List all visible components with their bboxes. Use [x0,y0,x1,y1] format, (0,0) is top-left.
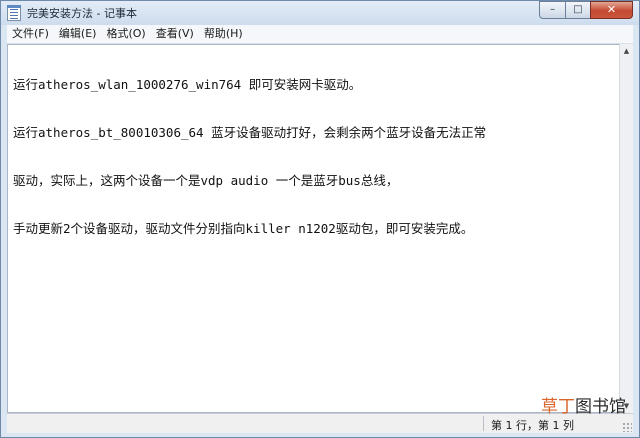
menu-edit[interactable]: 编辑(E) [54,25,102,43]
maximize-button[interactable]: □ [565,1,590,19]
close-button[interactable]: ✕ [590,1,633,19]
menu-file[interactable]: 文件(F) [7,25,54,43]
minimize-button[interactable]: – [539,1,565,19]
notepad-window: 完美安装方法 - 记事本 – □ ✕ 文件(F) 编辑(E) 格式(O) 查看(… [0,0,640,438]
text-editor[interactable]: 运行atheros_wlan_1000276_win764 即可安装网卡驱动。 … [7,44,619,413]
vertical-scrollbar[interactable]: ▲ ▼ [619,44,633,413]
status-divider [483,416,484,431]
text-line: 手动更新2个设备驱动，驱动文件分别指向killer n1202驱动包，即可安装完… [13,221,474,236]
menu-view[interactable]: 查看(V) [151,25,199,43]
watermark-part2: 图书馆 [575,397,626,417]
status-bar: 第 1 行，第 1 列 [7,413,633,433]
menu-format[interactable]: 格式(O) [101,25,150,43]
scroll-up-arrow-icon[interactable]: ▲ [620,44,633,58]
menu-bar: 文件(F) 编辑(E) 格式(O) 查看(V) 帮助(H) [7,25,633,44]
text-line: 运行atheros_wlan_1000276_win764 即可安装网卡驱动。 [13,77,362,92]
editor-content[interactable]: 运行atheros_wlan_1000276_win764 即可安装网卡驱动。 … [13,45,613,269]
text-line: 运行atheros_bt_80010306_64 蓝牙设备驱动打好，会剩余两个蓝… [13,125,487,140]
notepad-icon[interactable] [7,5,21,21]
watermark-part1: 草丁 [541,397,575,417]
menu-help[interactable]: 帮助(H) [199,25,248,43]
text-line: 驱动，实际上，这两个设备一个是vdp audio 一个是蓝牙bus总线， [13,173,399,188]
watermark-logo: 草丁图书馆 [541,392,626,417]
window-controls: – □ ✕ [539,1,633,20]
title-bar[interactable]: 完美安装方法 - 记事本 – □ ✕ [1,1,639,25]
cursor-position: 第 1 行，第 1 列 [491,419,574,432]
window-title: 完美安装方法 - 记事本 [27,7,137,20]
resize-grip-icon[interactable] [622,422,632,432]
